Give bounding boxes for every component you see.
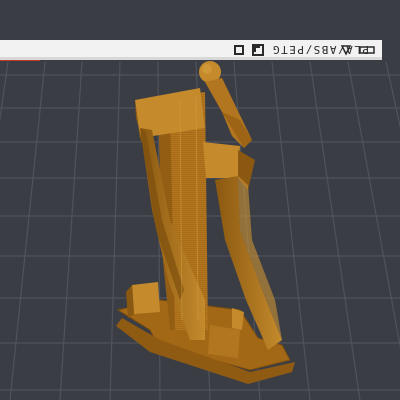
model-right-block	[203, 142, 240, 178]
model-bottom-right-block	[208, 325, 240, 358]
model-bottom-left-block	[132, 282, 160, 314]
sliced-model-preview[interactable]	[0, 0, 400, 400]
3d-viewport[interactable]: PLA/ABS/PETG	[0, 0, 400, 400]
